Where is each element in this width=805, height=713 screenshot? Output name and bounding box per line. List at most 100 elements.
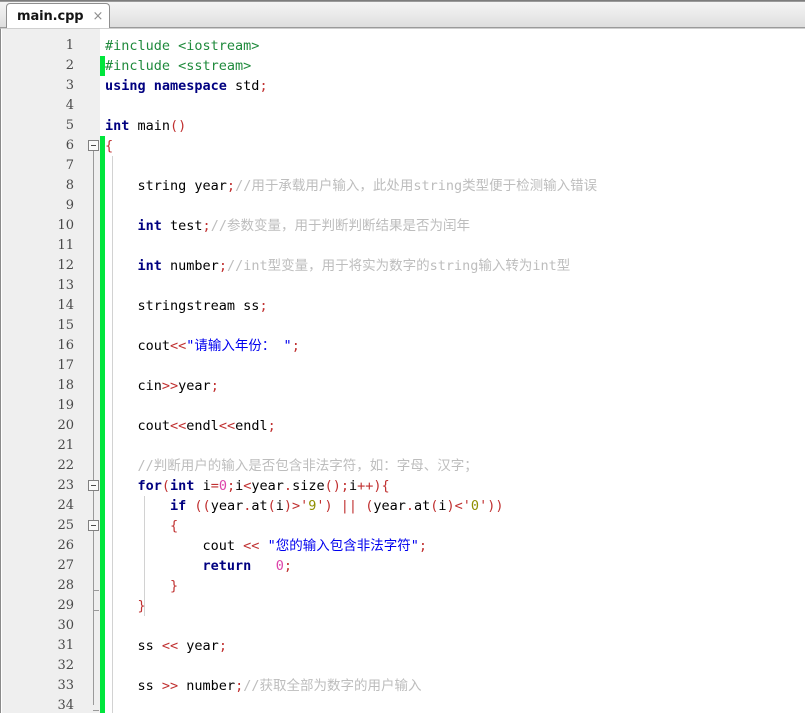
code-line[interactable]: cout<<endl<<endl; bbox=[105, 416, 276, 436]
change-marker-bar bbox=[100, 56, 105, 76]
code-text-surface[interactable]: #include <iostream> #include <sstream> usi… bbox=[105, 29, 805, 713]
code-line[interactable]: int test;//参数变量，用于判断判断结果是否为闰年 bbox=[105, 216, 470, 236]
token-op: () bbox=[170, 118, 187, 134]
token-op: ; bbox=[259, 78, 268, 94]
token-op: )>' bbox=[283, 498, 309, 514]
close-icon[interactable]: × bbox=[93, 10, 104, 23]
code-line[interactable]: #include <iostream> bbox=[105, 36, 259, 56]
code-line[interactable]: { bbox=[105, 136, 113, 156]
code-line[interactable]: string year;//用于承载用户输入，此处用string类型便于检测输入… bbox=[105, 176, 598, 196]
code-line[interactable]: cout<<"请输入年份： "; bbox=[105, 336, 300, 356]
code-line[interactable]: cout << "您的输入包含非法字符"; bbox=[105, 536, 427, 556]
token-k: return bbox=[202, 558, 252, 574]
code-line[interactable]: if ((year.at(i)>'9') || (year.at(i)<'0')… bbox=[105, 496, 503, 516]
line-number: 3 bbox=[65, 78, 74, 93]
token-op: << bbox=[243, 538, 260, 554]
code-line[interactable]: ss >> number;//获取全部为数字的用户输入 bbox=[105, 676, 422, 696]
code-line[interactable]: } bbox=[105, 596, 146, 616]
token-id: ss bbox=[105, 678, 162, 694]
token-op: ')) bbox=[479, 498, 504, 514]
token-op: = bbox=[210, 478, 219, 494]
fold-toggle-expanded[interactable] bbox=[88, 140, 99, 151]
code-line[interactable]: stringstream ss; bbox=[105, 296, 268, 316]
token-op: (( bbox=[186, 498, 211, 514]
line-number: 10 bbox=[57, 218, 74, 233]
token-op: ; bbox=[226, 478, 236, 494]
line-number: 19 bbox=[57, 398, 74, 413]
code-line[interactable]: cin>>year; bbox=[105, 376, 219, 396]
token-id bbox=[105, 558, 203, 574]
editor-area[interactable]: 1 2 3 4 5 6 7 8 9 10 11 12 13 14 15 16 17 18 19 20 21 22 23 24 2… bbox=[0, 28, 805, 713]
line-number-gutter: 1 2 3 4 5 6 7 8 9 10 11 12 13 14 15 16 17 18 19 20 21 22 23 24 2… bbox=[2, 29, 83, 713]
code-line[interactable]: for(int i=0;i<year.size();i++){ bbox=[105, 476, 390, 496]
token-op: { bbox=[170, 518, 179, 534]
code-line[interactable]: #include <sstream> bbox=[105, 56, 251, 76]
token-k: if bbox=[170, 498, 187, 514]
token-op: << bbox=[170, 418, 187, 434]
line-number: 9 bbox=[65, 198, 74, 213]
token-id: year bbox=[373, 498, 406, 514]
code-line[interactable]: int main() bbox=[105, 116, 186, 136]
line-number: 4 bbox=[65, 98, 74, 113]
token-op: ; bbox=[283, 558, 292, 574]
token-id: stringstream ss bbox=[105, 298, 260, 314]
token-id bbox=[105, 598, 138, 614]
token-id: std bbox=[226, 78, 260, 94]
fold-toggle-expanded[interactable] bbox=[88, 520, 99, 531]
token-op: ; bbox=[235, 678, 244, 694]
token-num: 0 bbox=[275, 558, 284, 574]
token-id: number bbox=[161, 258, 219, 274]
code-folding-column[interactable] bbox=[82, 29, 100, 713]
token-op: ; bbox=[218, 258, 227, 274]
token-op: << bbox=[161, 638, 179, 654]
token-id: cout bbox=[105, 538, 244, 554]
line-number: 20 bbox=[57, 418, 74, 433]
code-line[interactable]: using namespace std; bbox=[105, 76, 268, 96]
token-op: ( bbox=[267, 498, 276, 514]
token-k: int bbox=[105, 118, 130, 134]
token-id: year bbox=[178, 638, 219, 654]
line-number: 1 bbox=[65, 38, 74, 53]
token-id: number bbox=[178, 678, 236, 694]
token-k: using namespace bbox=[105, 78, 227, 94]
token-id bbox=[105, 478, 138, 494]
token-k: int bbox=[170, 478, 195, 494]
token-id bbox=[105, 458, 138, 474]
line-number: 29 bbox=[57, 598, 74, 613]
code-line[interactable]: { bbox=[105, 516, 178, 536]
line-number: 27 bbox=[57, 558, 74, 573]
token-id: main bbox=[129, 118, 171, 134]
token-cm: //判断用户的输入是否包含非法字符，如：字母、汉字； bbox=[137, 458, 478, 474]
fold-connector-line bbox=[93, 151, 94, 705]
line-number: 28 bbox=[57, 578, 74, 593]
token-op: { bbox=[105, 138, 114, 154]
token-op: ; bbox=[267, 418, 276, 434]
token-id bbox=[259, 538, 267, 554]
token-k: for bbox=[137, 478, 162, 494]
token-cm: //参数变量，用于判断判断结果是否为闰年 bbox=[210, 218, 470, 234]
code-editor-window: main.cpp × 1 2 3 4 5 6 7 8 9 10 11 12 13 14 15 16 17 18 19… bbox=[0, 0, 805, 713]
token-id: i bbox=[194, 478, 211, 494]
token-id: size bbox=[292, 478, 325, 494]
code-line[interactable]: } bbox=[105, 576, 178, 596]
code-line[interactable]: ss << year; bbox=[105, 636, 227, 656]
line-number: 14 bbox=[57, 298, 74, 313]
code-line[interactable]: //判断用户的输入是否包含非法字符，如：字母、汉字； bbox=[105, 456, 478, 476]
token-id: year bbox=[251, 478, 284, 494]
line-number: 7 bbox=[65, 158, 74, 173]
token-op: . bbox=[405, 498, 414, 514]
change-marker-bar bbox=[100, 136, 105, 713]
token-id bbox=[105, 218, 138, 234]
code-line[interactable]: int number;//int型变量，用于将实为数字的string输入转为in… bbox=[105, 256, 571, 276]
line-number: 2 bbox=[65, 58, 74, 73]
tab-main-cpp[interactable]: main.cpp × bbox=[6, 3, 111, 28]
token-id: i bbox=[438, 498, 447, 514]
line-number: 31 bbox=[57, 638, 74, 653]
line-number: 32 bbox=[57, 658, 74, 673]
token-id: i bbox=[348, 478, 358, 494]
line-number: 17 bbox=[57, 358, 74, 373]
code-line[interactable]: return 0; bbox=[105, 556, 292, 576]
token-id bbox=[105, 578, 170, 594]
fold-toggle-expanded[interactable] bbox=[88, 480, 99, 491]
fold-end-tick bbox=[93, 610, 99, 611]
